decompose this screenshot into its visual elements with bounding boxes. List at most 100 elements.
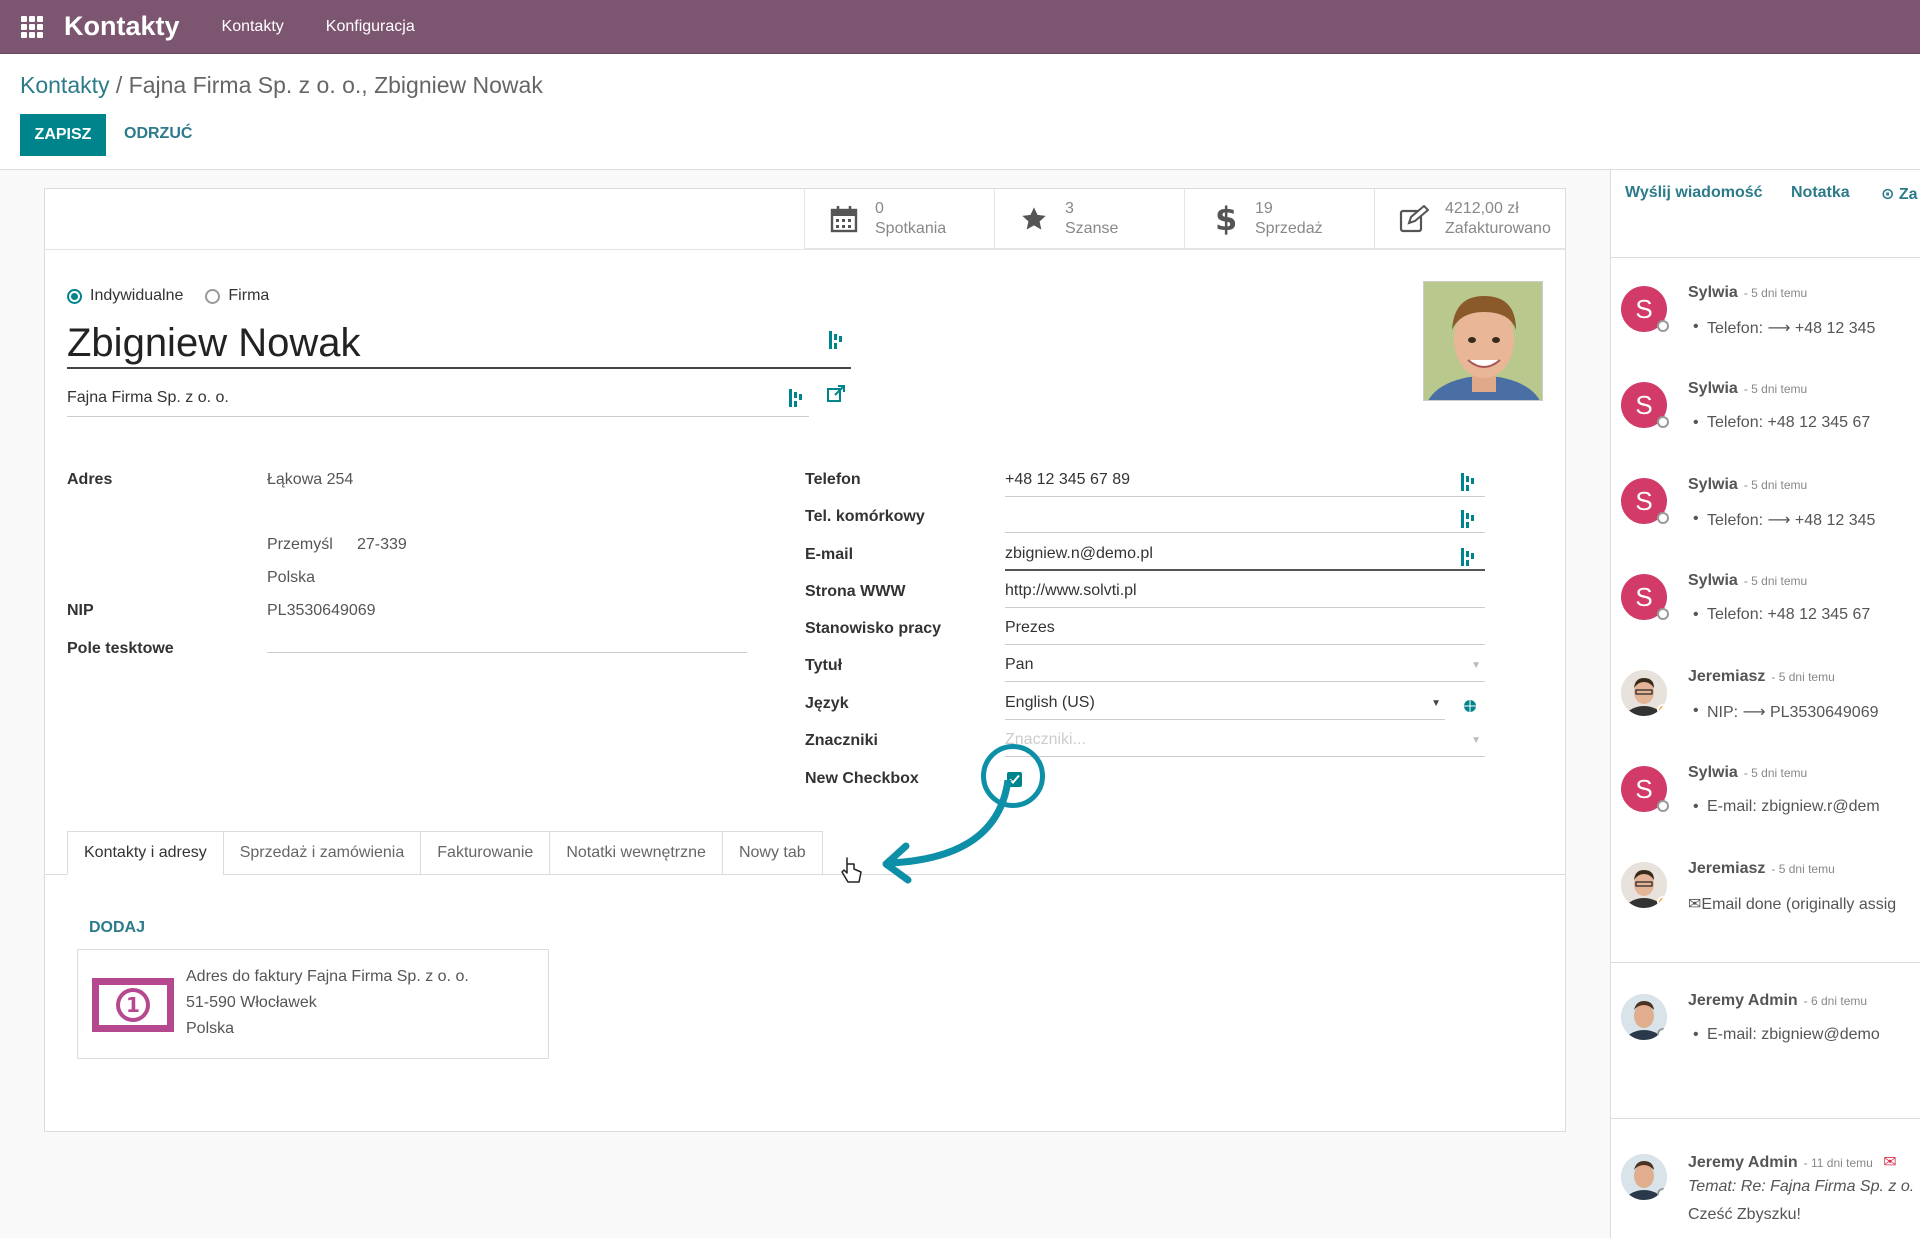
message-author[interactable]: Sylwia: [1688, 476, 1738, 493]
sales-stat-button[interactable]: $ 19 Sprzedaż: [1185, 189, 1375, 249]
street-value[interactable]: Łąkowa 254: [267, 471, 353, 489]
add-contact-button[interactable]: DODAJ: [89, 919, 145, 937]
language-label: Język: [805, 695, 849, 712]
message-body: E-mail: zbigniew@demo: [1693, 1026, 1880, 1044]
title-select[interactable]: Pan ▼: [1005, 656, 1485, 682]
divider: [1611, 1118, 1920, 1119]
message-time: - 5 dni temu: [1743, 286, 1808, 300]
textfield-label: Pole tesktowe: [67, 640, 174, 657]
address-card-line: Adres do faktury Fajna Firma Sp. z o. o.: [186, 968, 469, 985]
chatter-message: S Sylwia - 5 dni temu Telefon: ⟶ +48 12 3…: [1611, 280, 1920, 354]
message-time: - 5 dni temu: [1771, 670, 1835, 684]
message-author[interactable]: Sylwia: [1688, 380, 1738, 397]
company-radio-label[interactable]: Firma: [228, 287, 269, 305]
message-author[interactable]: Jeremy Admin: [1688, 992, 1798, 1009]
company-radio[interactable]: [205, 288, 221, 304]
message-body: Telefon: +48 12 345 67: [1693, 606, 1870, 624]
meetings-stat-button[interactable]: 0 Spotkania: [805, 189, 995, 249]
message-body: Telefon: ⟶ +48 12 345: [1693, 510, 1875, 530]
language-select[interactable]: English (US) ▼: [1005, 694, 1445, 720]
log-note-button[interactable]: Notatka: [1791, 184, 1850, 202]
individual-radio-label[interactable]: Indywidualne: [90, 287, 183, 305]
contact-photo[interactable]: [1423, 281, 1543, 401]
address-card-line: 51-590 Włocławek: [186, 994, 317, 1011]
message-author[interactable]: Sylwia: [1688, 572, 1738, 589]
edit-icon: [1397, 203, 1431, 235]
message-author[interactable]: Jeremiasz: [1688, 860, 1765, 877]
calendar-icon: [827, 203, 861, 235]
email-label: E-mail: [805, 546, 854, 563]
website-input[interactable]: http://www.solvti.pl: [1005, 582, 1485, 608]
textfield-input[interactable]: [267, 627, 747, 653]
individual-radio[interactable]: [67, 288, 82, 304]
apps-menu-icon[interactable]: [0, 0, 64, 54]
schedule-activity-button[interactable]: ⊙ Za: [1881, 184, 1918, 204]
breadcrumb-current: / Fajna Firma Sp. z o. o., Zbigniew Nowa…: [109, 72, 543, 98]
opportunities-stat-button[interactable]: 3 Szanse: [995, 189, 1185, 249]
country-value[interactable]: Polska: [267, 569, 315, 587]
contact-name-value: Zbigniew Nowak: [67, 321, 361, 365]
company-input[interactable]: Fajna Firma Sp. z o. o.: [67, 389, 809, 417]
phone-value: +48 12 345 67 89: [1005, 471, 1131, 488]
tags-input[interactable]: Znaczniki... ▼: [1005, 731, 1485, 757]
top-navbar: Kontakty Kontakty Konfiguracja: [0, 0, 1920, 54]
envelope-icon: ✉: [1688, 896, 1702, 913]
message-body: NIP: ⟶ PL3530649069: [1693, 702, 1878, 722]
tab-sales-orders[interactable]: Sprzedaż i zamówienia: [222, 831, 421, 875]
sms-icon[interactable]: [1461, 510, 1475, 528]
website-label: Strona WWW: [805, 583, 906, 600]
address-card[interactable]: 1 Adres do faktury Fajna Firma Sp. z o. …: [77, 949, 549, 1059]
nip-value[interactable]: PL3530649069: [267, 602, 376, 620]
mobile-input[interactable]: [1005, 507, 1485, 533]
zip-value[interactable]: 27-339: [357, 536, 407, 554]
save-button[interactable]: ZAPISZ: [20, 114, 106, 156]
message-author[interactable]: Jeremy Admin: [1688, 1154, 1798, 1171]
envelope-icon: ✉: [1883, 1154, 1897, 1171]
external-link-icon[interactable]: [827, 385, 845, 403]
chatter-message: Jeremiasz - 5 dni temu ✉Email done (origi…: [1611, 856, 1920, 930]
website-value: http://www.solvti.pl: [1005, 582, 1137, 599]
message-body: Telefon: +48 12 345 67: [1693, 414, 1870, 432]
tab-new[interactable]: Nowy tab: [721, 831, 823, 875]
divider: [45, 249, 1565, 250]
email-input[interactable]: zbigniew.n@demo.pl: [1005, 545, 1485, 571]
message-time: - 11 dni temu: [1803, 1156, 1873, 1170]
message-body: E-mail: zbigniew.r@dem: [1693, 798, 1880, 816]
svg-text:$: $: [1215, 203, 1235, 235]
discard-button[interactable]: ODRZUĆ: [124, 125, 192, 143]
menu-konfiguracja[interactable]: Konfiguracja: [326, 18, 415, 36]
breadcrumb-root[interactable]: Kontakty: [20, 72, 110, 98]
sms-icon[interactable]: [1461, 548, 1475, 566]
job-input[interactable]: Prezes: [1005, 619, 1485, 645]
city-value[interactable]: Przemyśl: [267, 536, 333, 554]
message-body: Cześć Zbyszku!: [1688, 1206, 1801, 1223]
translate-icon[interactable]: [789, 389, 803, 407]
invoice-address-icon: 1: [92, 978, 174, 1032]
divider: [1611, 962, 1920, 963]
message-author[interactable]: Jeremiasz: [1688, 668, 1765, 685]
tab-invoicing[interactable]: Fakturowanie: [420, 831, 550, 875]
contact-name-input[interactable]: Zbigniew Nowak: [67, 315, 851, 369]
message-time: - 5 dni temu: [1743, 478, 1808, 492]
email-value: zbigniew.n@demo.pl: [1005, 545, 1153, 562]
tab-internal-notes[interactable]: Notatki wewnętrzne: [549, 831, 722, 875]
invoiced-label: Zafakturowano: [1445, 219, 1551, 237]
send-message-button[interactable]: Wyślij wiadomość: [1625, 184, 1763, 202]
message-author[interactable]: Sylwia: [1688, 284, 1738, 301]
phone-label: Telefon: [805, 471, 861, 488]
tab-contacts-addresses[interactable]: Kontakty i adresy: [67, 831, 223, 875]
app-brand[interactable]: Kontakty: [64, 11, 180, 42]
message-author[interactable]: Sylwia: [1688, 764, 1738, 781]
chatter-message: S Sylwia - 5 dni temu Telefon: ⟶ +48 12 3…: [1611, 472, 1920, 546]
invoiced-stat-button[interactable]: 4212,00 zł Zafakturowano: [1375, 189, 1565, 249]
chatter-message: Jeremiasz - 5 dni temu NIP: ⟶ PL353064906…: [1611, 664, 1920, 738]
avatar: [1621, 670, 1667, 716]
annotation-arrow: [882, 780, 1012, 884]
translate-icon[interactable]: [829, 331, 843, 349]
globe-icon[interactable]: [1463, 699, 1477, 713]
sales-label: Sprzedaż: [1255, 219, 1323, 237]
sms-icon[interactable]: [1461, 473, 1475, 491]
menu-kontakty[interactable]: Kontakty: [222, 18, 284, 36]
phone-input[interactable]: +48 12 345 67 89: [1005, 471, 1485, 497]
mouse-cursor-icon: [841, 857, 862, 883]
